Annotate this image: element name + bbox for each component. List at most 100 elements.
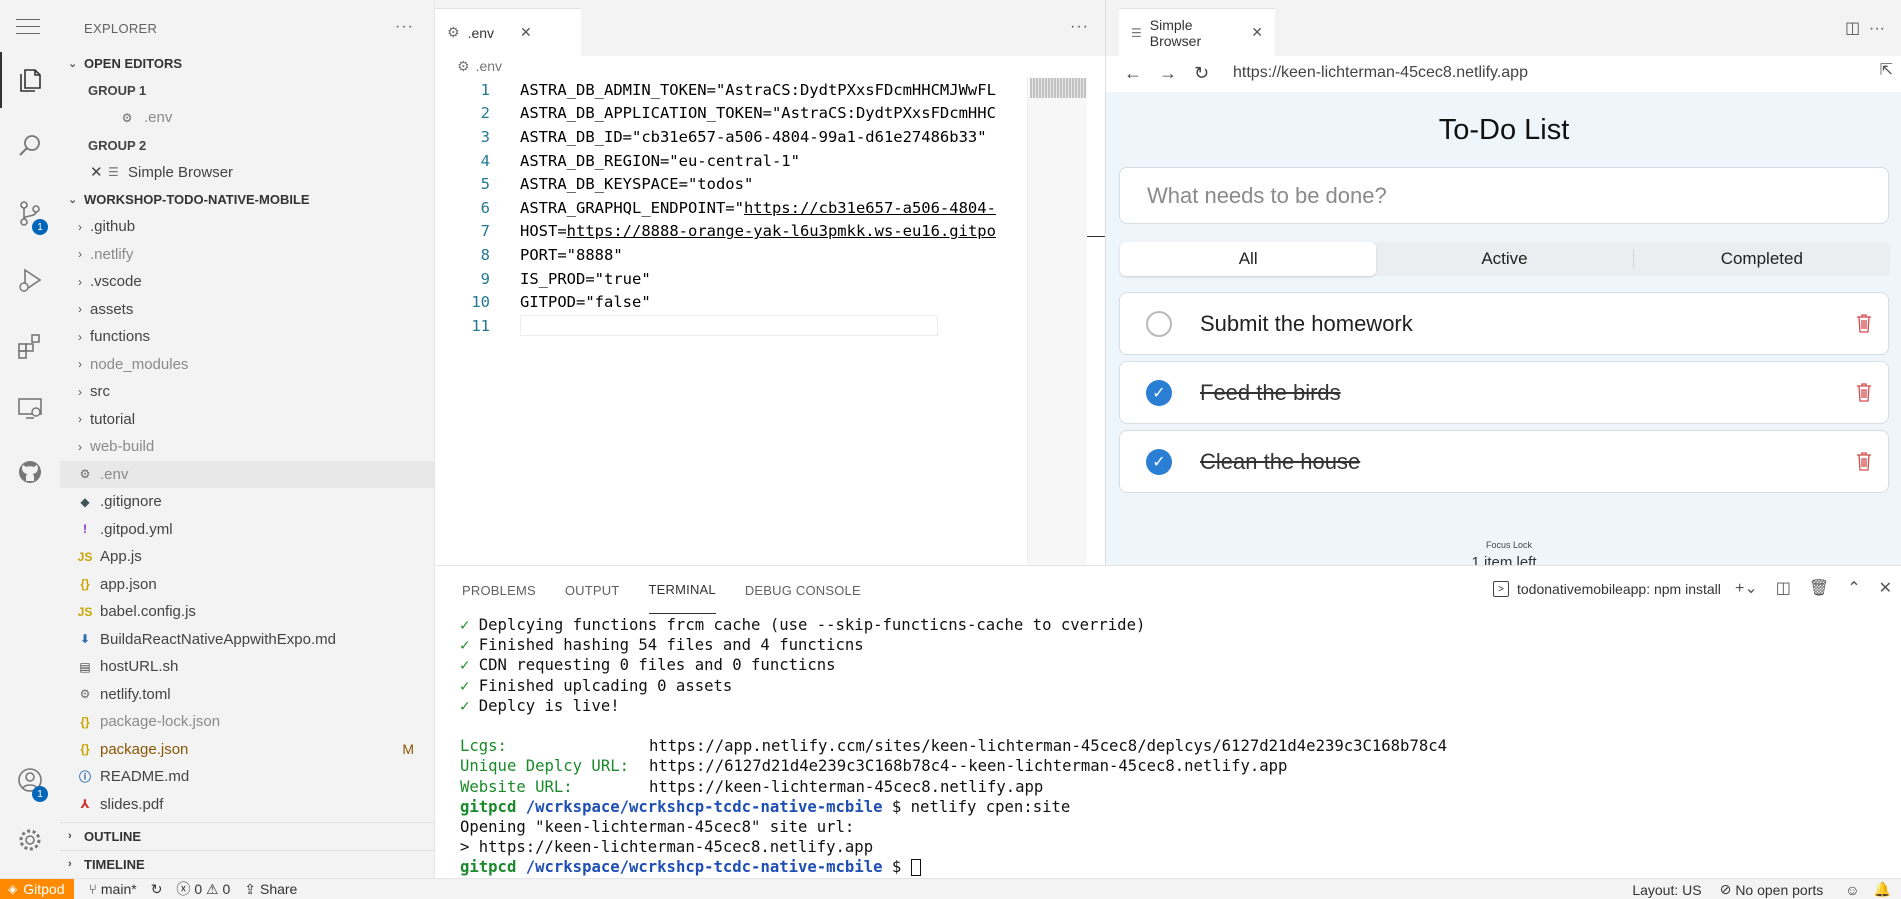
tab-env[interactable]: ⚙ .env ✕	[435, 8, 581, 56]
back-icon[interactable]: ←	[1124, 63, 1159, 84]
logs-url[interactable]: https://app.netlify.ccm/sites/keen-licht…	[649, 737, 1447, 755]
file-item[interactable]: ▤ hostURL.sh	[60, 653, 434, 681]
panel-tab-output[interactable]: OUTPUT	[565, 566, 620, 614]
timeline-header[interactable]: › TIMELINE	[60, 850, 435, 877]
new-terminal-icon[interactable]: +⌄	[1735, 578, 1758, 598]
search-icon[interactable]	[0, 118, 60, 174]
explorer-icon[interactable]	[0, 52, 60, 108]
tab-simple-browser[interactable]: ☰ Simple Browser ✕	[1119, 8, 1275, 56]
run-debug-icon[interactable]	[0, 252, 60, 308]
folder-item[interactable]: › .github	[60, 213, 434, 241]
remote-explorer-icon[interactable]	[0, 380, 60, 436]
folder-item[interactable]: › .netlify	[60, 241, 434, 269]
line-link[interactable]: https://cb31e657-a506-4804-	[744, 199, 996, 217]
open-editors-label: OPEN EDITORS	[84, 56, 183, 71]
folder-item[interactable]: › web-build	[60, 433, 434, 461]
close-icon[interactable]: ✕	[520, 24, 532, 41]
feedback-icon[interactable]: ☺	[1845, 882, 1859, 898]
trash-icon[interactable]	[1856, 382, 1872, 402]
code-area[interactable]: 1 ASTRA_DB_ADMIN_TOKEN="AstraCS:DydtPXxsF…	[435, 78, 1027, 338]
minimap[interactable]	[1027, 78, 1087, 565]
file-item[interactable]: JS App.js	[60, 543, 434, 571]
terminal-selector[interactable]: > todonativemobileapp: npm install	[1493, 579, 1721, 599]
website-url[interactable]: https://keen-lichterman-45cec8.netlify.a…	[649, 778, 1043, 796]
folder-item[interactable]: › tutorial	[60, 406, 434, 434]
share-button[interactable]: ⇪ Share	[244, 881, 297, 898]
source-control-icon[interactable]: 1	[0, 185, 60, 241]
open-external-icon[interactable]: ⇱	[1880, 60, 1893, 80]
folder-item[interactable]: › assets	[60, 296, 434, 324]
unchecked-circle-icon[interactable]	[1146, 310, 1172, 337]
breadcrumb[interactable]: ⚙ .env	[457, 56, 502, 76]
panel-tab-problems[interactable]: PROBLEMS	[462, 566, 536, 614]
ports-status[interactable]: No open ports	[1735, 882, 1823, 898]
close-icon[interactable]: ✕	[1251, 24, 1263, 41]
gitpod-button[interactable]: ◈ Gitpod	[0, 878, 75, 899]
extensions-icon[interactable]	[0, 318, 60, 374]
more-actions-icon[interactable]: ···	[395, 18, 414, 36]
filter-all[interactable]: All	[1120, 242, 1377, 276]
file-item[interactable]: ⓘ README.md	[60, 763, 434, 791]
file-item[interactable]: {} package-lock.json	[60, 708, 434, 736]
unique-url[interactable]: https://6127d21d4e239c3C168b78c4--keen-l…	[649, 757, 1287, 775]
todo-item[interactable]: Submit the homework	[1119, 292, 1889, 355]
file-item[interactable]: ⚙ netlify.toml	[60, 681, 434, 709]
file-item[interactable]: {} package.json M	[60, 736, 434, 764]
file-item[interactable]: ! .gitpod.yml	[60, 516, 434, 544]
split-editor-icon[interactable]: ◫ ···	[1845, 18, 1885, 38]
filter-active[interactable]: Active	[1376, 249, 1634, 268]
open-editor-env[interactable]: ⚙ .env	[60, 104, 434, 132]
split-terminal-icon[interactable]: ◫	[1776, 578, 1791, 598]
panel-tab-terminal[interactable]: TERMINAL	[648, 566, 716, 614]
line-link[interactable]: https://8888-orange-yak-l6u3pmkk.ws-eu16…	[567, 222, 996, 240]
group-1-label: GROUP 1	[88, 83, 147, 98]
new-todo-input[interactable]: What needs to be done?	[1119, 167, 1889, 224]
filter-completed[interactable]: Completed	[1634, 242, 1890, 276]
folder-item[interactable]: › .vscode	[60, 268, 434, 296]
terminal-output[interactable]: ✓ Deplcying functions frcm cache (use --…	[460, 615, 1447, 877]
more-actions-icon[interactable]: ···	[1070, 18, 1089, 36]
chevron-up-icon[interactable]: ⌃	[1847, 578, 1860, 598]
sync-icon[interactable]: ↻	[151, 881, 163, 898]
folder-item[interactable]: › src	[60, 378, 434, 406]
open-editor-simple-browser[interactable]: ✕ ☰ Simple Browser	[60, 159, 434, 187]
todo-item[interactable]: ✓ Feed the birds	[1119, 361, 1889, 424]
trash-icon[interactable]	[1856, 313, 1872, 333]
outline-header[interactable]: › OUTLINE	[60, 822, 435, 849]
file-item[interactable]: ⬇ BuildaReactNativeAppwithExpo.md	[60, 626, 434, 654]
problems-indicator[interactable]: ⓧ 0 ⚠ 0	[176, 879, 230, 899]
account-icon[interactable]: 1	[0, 752, 60, 808]
close-icon[interactable]: ✕	[90, 163, 108, 181]
panel-tab-debug-console[interactable]: DEBUG CONSOLE	[745, 566, 861, 614]
file-item[interactable]: ⚙ .env	[60, 460, 434, 488]
menu-icon[interactable]	[16, 18, 40, 34]
reload-icon[interactable]: ↻	[1194, 63, 1229, 84]
checked-icon[interactable]: ✓	[1146, 379, 1172, 406]
gear-icon[interactable]	[0, 812, 60, 868]
workspace-header[interactable]: ⌄ WORKSHOP-TODO-NATIVE-MOBILE	[60, 186, 434, 213]
todo-item[interactable]: ✓ Clean the house	[1119, 430, 1889, 493]
file-item[interactable]: {} app.json	[60, 571, 434, 599]
file-item[interactable]: ⅄ slides.pdf	[60, 791, 434, 819]
minimap-slider[interactable]	[1030, 78, 1086, 98]
notifications-icon[interactable]: 🔔	[1874, 881, 1891, 898]
url-input[interactable]: https://keen-lichterman-45cec8.netlify.a…	[1233, 64, 1528, 82]
checked-icon[interactable]: ✓	[1146, 448, 1172, 475]
trash-icon[interactable]: 🗑	[1809, 578, 1829, 598]
folder-item[interactable]: › functions	[60, 323, 434, 351]
folder-item[interactable]: › node_modules	[60, 351, 434, 379]
line-number: 3	[480, 127, 490, 146]
github-icon[interactable]	[0, 444, 60, 500]
file-item[interactable]: ◆ .gitignore	[60, 488, 434, 516]
close-icon[interactable]: ✕	[1879, 578, 1892, 598]
branch-indicator[interactable]: ⑂ main*	[88, 881, 136, 897]
keyboard-layout[interactable]: Layout: US	[1632, 882, 1701, 898]
trash-icon[interactable]	[1856, 451, 1872, 471]
forward-icon[interactable]: →	[1159, 63, 1194, 84]
focus-lock-label: Focus Lock	[1486, 540, 1533, 550]
website-url-label: Website URL:	[460, 777, 573, 796]
file-item[interactable]: JS babel.config.js	[60, 598, 434, 626]
gitpod-label: Gitpod	[23, 881, 65, 897]
folder-label: functions	[90, 328, 151, 346]
open-editors-header[interactable]: ⌄ OPEN EDITORS	[60, 50, 434, 77]
